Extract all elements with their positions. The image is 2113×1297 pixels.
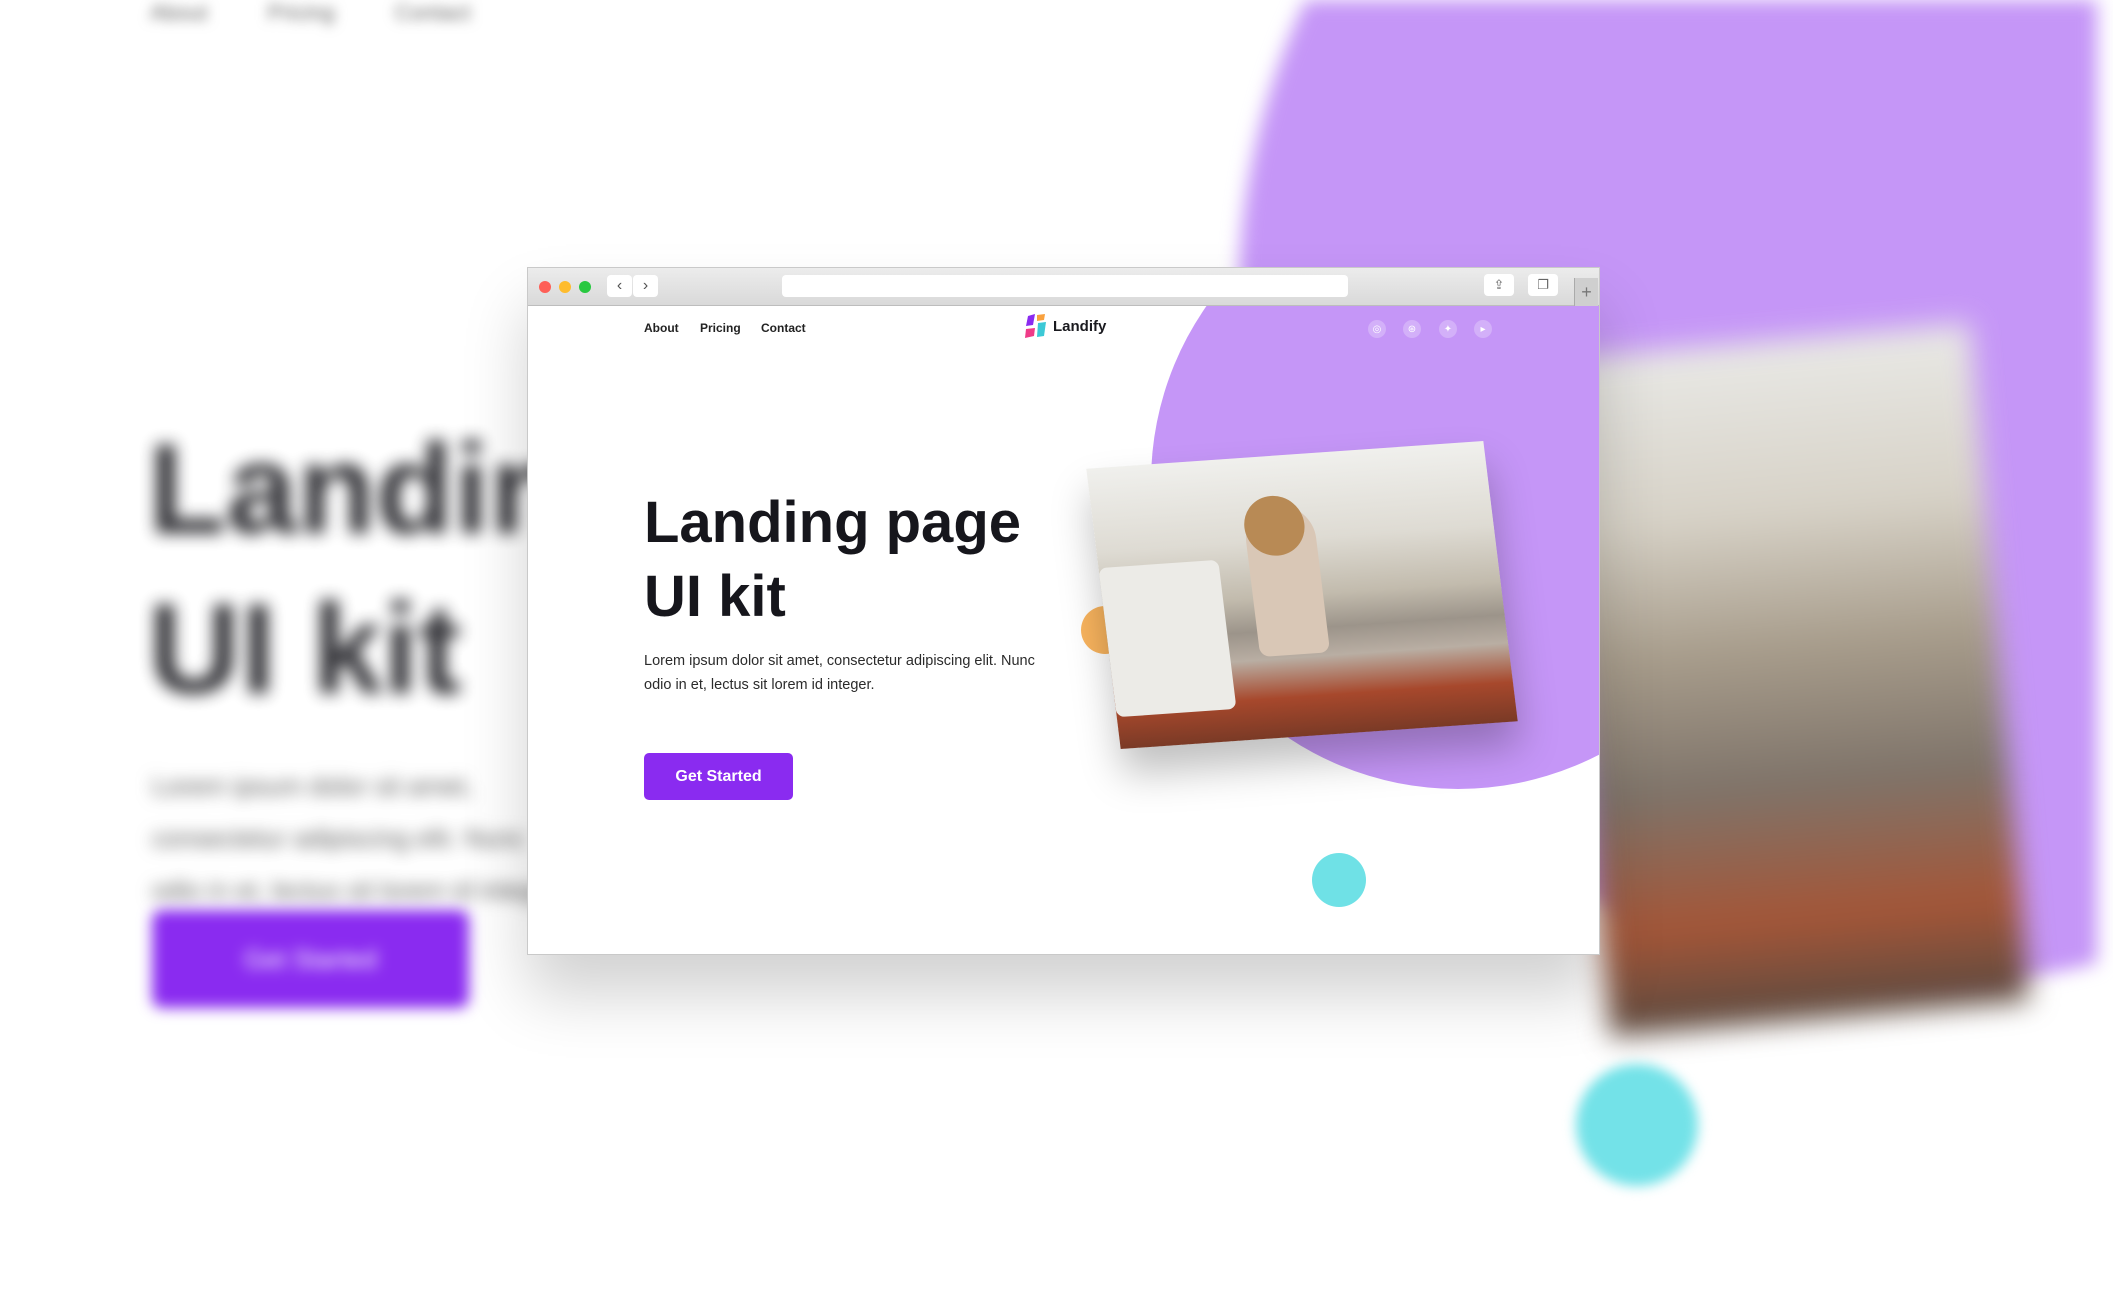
browser-toolbar: ‹ › ⇪ ❐ + — [528, 268, 1599, 306]
twitter-icon[interactable]: ✦ — [1439, 320, 1457, 338]
get-started-button[interactable]: Get Started — [644, 753, 793, 800]
background-photo — [1551, 322, 2029, 1038]
hero-title-line: Landing page — [644, 490, 1021, 555]
hero-photo — [1086, 440, 1518, 750]
maximize-button[interactable] — [579, 281, 591, 293]
close-button[interactable] — [539, 281, 551, 293]
browser-window: ‹ › ⇪ ❐ + About Pricing Contact Landify … — [527, 267, 1600, 955]
hero-title-line: UI kit — [644, 564, 786, 629]
share-button[interactable]: ⇪ — [1484, 274, 1514, 296]
landing-page: About Pricing Contact Landify ◎ ⊛ ✦ ▸ La… — [528, 306, 1599, 954]
hero-title: Landing page UI kit — [644, 486, 1021, 634]
nav-contact[interactable]: Contact — [761, 321, 806, 335]
back-button[interactable]: ‹ — [607, 275, 632, 297]
background-nav-item: About — [150, 0, 208, 25]
new-tab-button[interactable]: + — [1574, 278, 1598, 306]
logo-text: Landify — [1053, 317, 1107, 335]
background-cyan-circle — [1576, 1064, 1698, 1186]
dribbble-icon[interactable]: ⊛ — [1403, 320, 1421, 338]
minimize-button[interactable] — [559, 281, 571, 293]
background-paragraph: Lorem ipsum dolor sit amet, consectetur … — [152, 771, 566, 905]
background-cta: Get Started — [152, 910, 469, 1008]
nav-about[interactable]: About — [644, 321, 679, 335]
background-nav-item: Contact — [394, 0, 471, 25]
tabs-icon: ❐ — [1537, 277, 1549, 292]
chevron-left-icon: ‹ — [616, 277, 623, 294]
logo-icon — [1025, 314, 1046, 338]
forward-button[interactable]: › — [633, 275, 658, 297]
logo[interactable]: Landify — [1025, 314, 1106, 338]
background-nav: About Pricing Contact — [150, 0, 471, 26]
hero-paragraph: Lorem ipsum dolor sit amet, consectetur … — [644, 653, 1035, 693]
chevron-right-icon: › — [642, 277, 649, 294]
tabs-button[interactable]: ❐ — [1528, 274, 1558, 296]
nav-pricing[interactable]: Pricing — [700, 321, 741, 335]
youtube-icon[interactable]: ▸ — [1474, 320, 1492, 338]
address-bar[interactable] — [782, 275, 1348, 297]
share-icon: ⇪ — [1493, 277, 1505, 292]
instagram-icon[interactable]: ◎ — [1368, 320, 1386, 338]
cyan-circle — [1312, 853, 1366, 907]
background-nav-item: Pricing — [267, 0, 335, 25]
photo-sofa — [1098, 559, 1237, 718]
